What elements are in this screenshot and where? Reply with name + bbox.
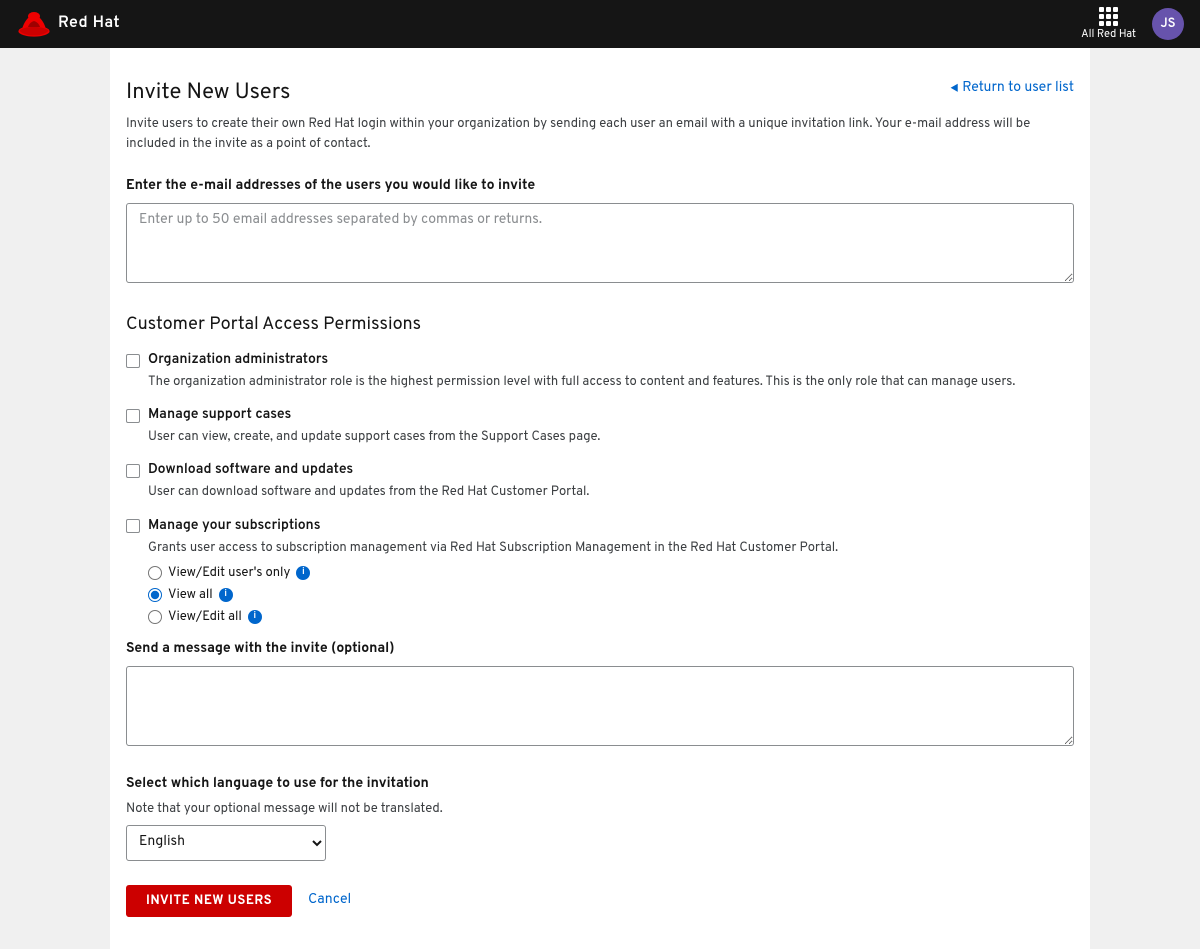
- redhat-logo: Red Hat: [16, 10, 120, 38]
- redhat-hat-icon: [16, 10, 52, 38]
- header: Red Hat All Red Hat JS: [0, 0, 1200, 48]
- return-to-user-list-link[interactable]: ◀ Return to user list: [950, 80, 1074, 97]
- permission-manage-subscriptions: Manage your subscriptions Grants user ac…: [126, 518, 1074, 625]
- main-content: Invite New Users ◀ Return to user list I…: [110, 48, 1090, 949]
- download-software-desc: User can download software and updates f…: [148, 483, 1074, 501]
- redhat-logo-text: Red Hat: [58, 14, 120, 34]
- radio-row-view-edit-all: View/Edit all i: [148, 609, 1074, 625]
- return-arrow-icon: ◀: [950, 81, 958, 97]
- permission-support-cases: Manage support cases User can view, crea…: [126, 407, 1074, 446]
- view-edit-all-label: View/Edit all: [168, 609, 242, 625]
- message-section: Send a message with the invite (optional…: [126, 641, 1074, 752]
- manage-subscriptions-label: Manage your subscriptions: [148, 518, 321, 535]
- org-admins-desc: The organization administrator role is t…: [148, 373, 1074, 391]
- permissions-title: Customer Portal Access Permissions: [126, 313, 1074, 336]
- language-select[interactable]: English French German Japanese Korean Po…: [126, 825, 326, 861]
- invite-button[interactable]: INVITE NEW USERS: [126, 885, 292, 917]
- user-avatar[interactable]: JS: [1152, 8, 1184, 40]
- view-edit-own-label: View/Edit user's only: [168, 565, 290, 581]
- org-admins-label: Organization administrators: [148, 352, 328, 369]
- message-input[interactable]: [126, 666, 1074, 746]
- language-section: Select which language to use for the inv…: [126, 776, 1074, 861]
- radio-row-view-edit-own: View/Edit user's only i: [148, 565, 1074, 581]
- view-edit-own-radio[interactable]: [148, 566, 162, 580]
- download-software-checkbox[interactable]: [126, 464, 140, 478]
- button-row: INVITE NEW USERS Cancel: [126, 885, 1074, 917]
- permissions-section: Customer Portal Access Permissions Organ…: [126, 313, 1074, 625]
- support-cases-label: Manage support cases: [148, 407, 291, 424]
- org-admins-checkbox[interactable]: [126, 354, 140, 368]
- message-section-label: Send a message with the invite (optional…: [126, 641, 1074, 658]
- manage-subscriptions-desc: Grants user access to subscription manag…: [148, 539, 1074, 557]
- all-red-hat-label: All Red Hat: [1081, 28, 1136, 42]
- email-input[interactable]: [126, 203, 1074, 283]
- view-edit-own-info-icon[interactable]: i: [296, 566, 310, 580]
- permission-download-software: Download software and updates User can d…: [126, 462, 1074, 501]
- header-right: All Red Hat JS: [1081, 7, 1184, 42]
- view-edit-all-info-icon[interactable]: i: [248, 610, 262, 624]
- support-cases-checkbox[interactable]: [126, 409, 140, 423]
- manage-subscriptions-checkbox[interactable]: [126, 519, 140, 533]
- all-red-hat-button[interactable]: All Red Hat: [1081, 7, 1136, 42]
- language-note: Note that your optional message will not…: [126, 801, 1074, 817]
- view-all-info-icon[interactable]: i: [219, 588, 233, 602]
- return-link-text: Return to user list: [962, 80, 1074, 97]
- page-header: Invite New Users ◀ Return to user list: [126, 80, 1074, 107]
- radio-row-view-all: View all i: [148, 587, 1074, 603]
- view-all-label: View all: [168, 587, 213, 603]
- cancel-button[interactable]: Cancel: [308, 892, 351, 909]
- support-cases-desc: User can view, create, and update suppor…: [148, 428, 1074, 446]
- subscription-radio-group: View/Edit user's only i View all i View/…: [148, 565, 1074, 625]
- permission-org-admins: Organization administrators The organiza…: [126, 352, 1074, 391]
- page-title: Invite New Users: [126, 80, 290, 107]
- email-section-label: Enter the e-mail addresses of the users …: [126, 178, 1074, 195]
- download-software-label: Download software and updates: [148, 462, 353, 479]
- view-all-radio[interactable]: [148, 588, 162, 602]
- view-edit-all-radio[interactable]: [148, 610, 162, 624]
- language-section-label: Select which language to use for the inv…: [126, 776, 1074, 793]
- email-section: Enter the e-mail addresses of the users …: [126, 178, 1074, 313]
- grid-icon: [1099, 7, 1118, 26]
- page-description: Invite users to create their own Red Hat…: [126, 115, 1074, 154]
